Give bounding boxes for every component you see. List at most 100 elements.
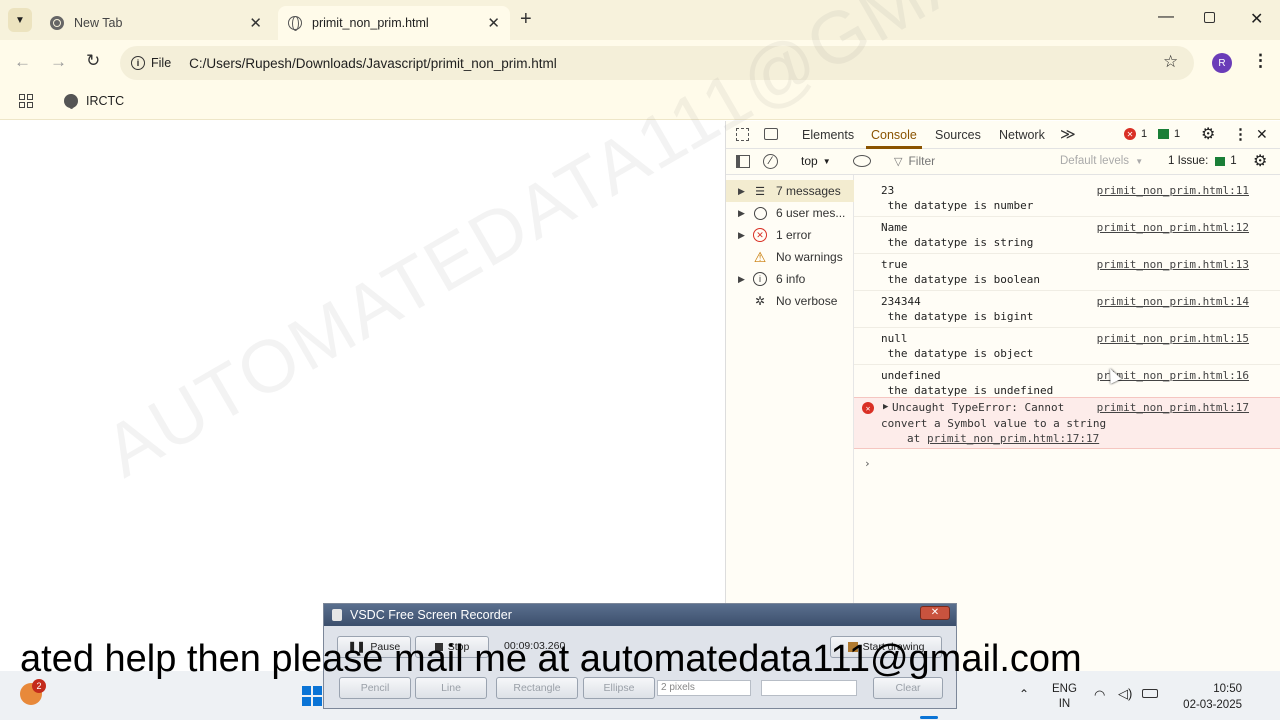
message-text: the datatype is string — [881, 236, 1034, 249]
message-value: 234344 — [881, 295, 921, 308]
clock[interactable]: 10:50 02-03-2025 — [1172, 681, 1242, 713]
file-scheme-chip: File — [151, 56, 172, 70]
eye-icon[interactable] — [853, 155, 871, 167]
tab-primit-non-prim[interactable]: primit_non_prim.html ✕ — [278, 6, 510, 40]
device-toolbar-icon[interactable] — [764, 128, 778, 140]
star-bookmark-icon[interactable]: ☆ — [1163, 52, 1178, 72]
tab-console[interactable]: Console — [871, 128, 917, 142]
console-error: ✕ ▶ Uncaught TypeError: Cannot convert a… — [854, 397, 1280, 449]
tab-sources[interactable]: Sources — [935, 128, 981, 142]
video-caption: ated help then please mail me at automat… — [20, 638, 1082, 680]
message-text: the datatype is number — [881, 199, 1034, 212]
filter-input[interactable]: ▽ Filter — [894, 154, 935, 168]
restore-button[interactable] — [1204, 12, 1215, 23]
tab-new-tab[interactable]: New Tab ✕ — [40, 6, 272, 40]
error-at: at — [907, 432, 921, 445]
url-text[interactable]: C:/Users/Rupesh/Downloads/Javascript/pri… — [189, 56, 557, 71]
info-icon: i — [752, 271, 768, 287]
close-tab-icon[interactable]: ✕ — [487, 14, 500, 32]
console-prompt[interactable]: › — [864, 457, 871, 470]
sidebar-item-messages[interactable]: ▶ ☰ 7 messages — [726, 180, 854, 202]
gear-icon[interactable]: ⚙ — [1201, 124, 1215, 144]
color-select[interactable] — [761, 680, 857, 696]
clear-console-icon[interactable]: ⁄ — [763, 154, 778, 169]
sidebar-item-info[interactable]: ▶ i 6 info — [726, 268, 854, 290]
rectangle-label: Rectangle — [513, 682, 561, 694]
context-select[interactable]: top ▼ — [801, 154, 831, 168]
console-message: null the datatype is object primit_non_p… — [854, 328, 1280, 365]
wifi-icon[interactable]: ◠ — [1094, 687, 1105, 703]
dropdown-arrow-icon: ▼ — [822, 156, 831, 166]
message-icon — [1158, 129, 1169, 139]
message-count-badge[interactable]: 1 — [1158, 128, 1180, 140]
close-window-button[interactable]: ✕ — [1250, 9, 1263, 29]
close-tab-icon[interactable]: ✕ — [249, 14, 262, 32]
source-link[interactable]: primit_non_prim.html:13 — [1097, 258, 1249, 271]
error-at-link[interactable]: primit_non_prim.html:17:17 — [927, 432, 1099, 445]
dropdown-arrow-icon: ▼ — [1135, 157, 1144, 166]
console-message: Name the datatype is string primit_non_p… — [854, 217, 1280, 254]
more-tabs-icon[interactable]: ≫ — [1060, 125, 1076, 143]
bookmark-irctc[interactable]: IRCTC — [64, 94, 124, 109]
devtools-menu-icon[interactable]: ⋮ — [1233, 125, 1248, 143]
windows-start-icon[interactable] — [302, 686, 322, 706]
bug-icon: ✲ — [754, 294, 766, 308]
error-icon: ✕ — [1124, 128, 1136, 140]
badge-count: 2 — [36, 681, 42, 691]
source-link[interactable]: primit_non_prim.html:11 — [1097, 184, 1249, 197]
tab-title: New Tab — [74, 16, 123, 30]
expand-arrow-icon[interactable]: ▶ — [883, 402, 888, 412]
tab-network[interactable]: Network — [999, 128, 1045, 142]
vsdc-close-button[interactable]: ✕ — [920, 606, 950, 620]
address-bar[interactable]: i File C:/Users/Rupesh/Downloads/Javascr… — [120, 46, 1194, 80]
info-icon[interactable]: i — [131, 56, 145, 70]
sidebar-toggle-icon[interactable] — [736, 155, 750, 168]
vsdc-title-bar[interactable]: VSDC Free Screen Recorder ✕ — [324, 604, 956, 626]
issues-button[interactable]: 1 Issue: 1 — [1168, 155, 1237, 167]
menu-kebab-icon[interactable]: ⋮ — [1252, 51, 1269, 71]
globe-icon — [288, 16, 302, 31]
source-link[interactable]: primit_non_prim.html:12 — [1097, 221, 1249, 234]
tab-search-button[interactable]: ▼ — [8, 8, 32, 32]
sidebar-item-verbose[interactable]: ✲ No verbose — [726, 290, 854, 312]
expand-arrow-icon: ▶ — [738, 207, 745, 218]
pixels-select[interactable]: 2 pixels — [657, 680, 751, 696]
context-label: top — [801, 154, 818, 168]
language-indicator[interactable]: ENG IN — [1052, 682, 1077, 712]
error-icon: ✕ — [752, 227, 768, 243]
avatar[interactable]: R — [1212, 53, 1232, 73]
source-link[interactable]: primit_non_prim.html:15 — [1097, 332, 1249, 345]
console-toolbar: ⁄ top ▼ ▽ Filter Default levels ▼ 1 Issu… — [726, 149, 1280, 175]
list-icon: ☰ — [755, 185, 765, 198]
sidebar-item-user-messages[interactable]: ▶ 6 user mes... — [726, 202, 854, 224]
sidebar-item-errors[interactable]: ▶ ✕ 1 error — [726, 224, 854, 246]
source-link[interactable]: primit_non_prim.html:14 — [1097, 295, 1249, 308]
reload-button[interactable]: ↻ — [86, 51, 100, 71]
lang-primary: ENG — [1052, 683, 1077, 695]
message-text: the datatype is undefined — [881, 384, 1054, 397]
line-label: Line — [441, 682, 461, 694]
message-count: 1 — [1174, 128, 1181, 140]
ellipse-label: Ellipse — [603, 682, 635, 694]
tab-elements[interactable]: Elements — [802, 128, 854, 142]
volume-icon[interactable]: ◁) — [1118, 686, 1132, 702]
new-tab-button[interactable]: + — [520, 8, 532, 31]
issue-icon — [1215, 156, 1226, 166]
error-line1: Uncaught TypeError: Cannot — [892, 401, 1065, 414]
console-settings-gear-icon[interactable]: ⚙ — [1253, 151, 1267, 171]
sidebar-item-warnings[interactable]: ⚠ No warnings — [726, 246, 854, 268]
minimize-button[interactable]: — — [1158, 8, 1174, 26]
close-devtools-icon[interactable]: ✕ — [1256, 126, 1268, 143]
back-button[interactable]: ← — [14, 52, 31, 72]
tray-overflow-icon[interactable]: ⌃ — [1019, 687, 1029, 701]
user-icon — [752, 205, 768, 221]
chrome-icon — [50, 16, 64, 30]
forward-button[interactable]: → — [50, 52, 67, 72]
battery-icon[interactable] — [1142, 689, 1158, 698]
apps-grid-icon[interactable] — [19, 94, 33, 108]
avatar-initial: R — [1218, 57, 1226, 69]
chevron-down-icon: ▼ — [15, 14, 25, 26]
error-count-badge[interactable]: ✕ 1 — [1124, 128, 1147, 140]
levels-select[interactable]: Default levels ▼ — [1060, 155, 1143, 167]
source-link[interactable]: primit_non_prim.html:17 — [1097, 401, 1249, 414]
